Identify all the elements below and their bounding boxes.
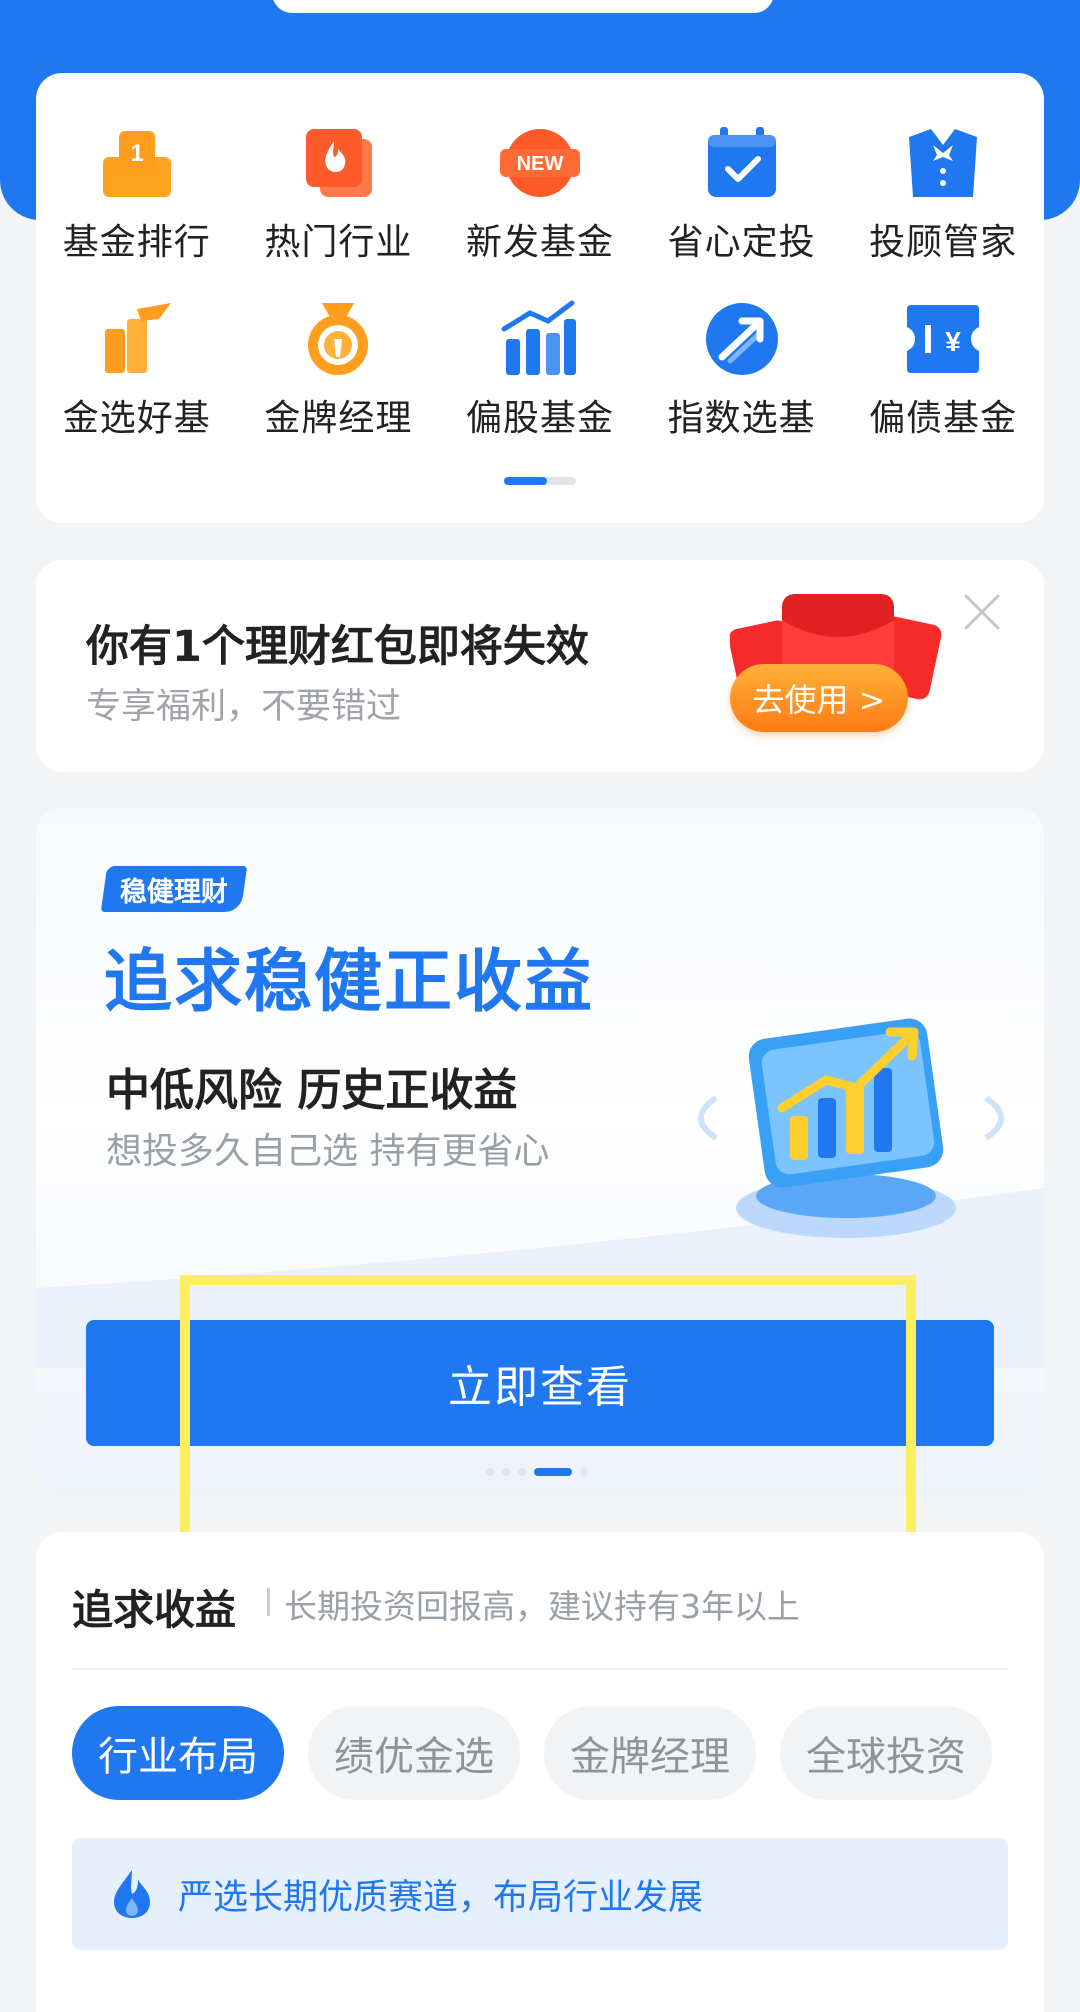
info-banner-text: 严选长期优质赛道，布局行业发展	[178, 1877, 704, 1918]
section-title: 追求收益	[72, 1586, 236, 1634]
menu-item-label: 基金排行	[62, 222, 211, 263]
new-badge-icon: NEW	[499, 123, 580, 203]
menu-item-label: 金选好基	[62, 398, 211, 439]
promo-tag-label: 稳健理财	[120, 876, 228, 908]
section-divider	[267, 1588, 270, 1616]
menu-item-label: 省心定投	[667, 222, 816, 263]
search-bar[interactable]	[272, 0, 774, 13]
menu-item-label: 投顾管家	[869, 222, 1018, 263]
quick-menu-card: 1 基金排行 热门行业 NEW 新发基金 省心定投 投顾管家 金选好基 金牌经理…	[36, 73, 1044, 523]
menu-item-equity-fund[interactable]: 偏股基金	[439, 299, 641, 475]
quick-menu-grid: 1 基金排行 热门行业 NEW 新发基金 省心定投 投顾管家 金选好基 金牌经理…	[36, 123, 1044, 475]
tab-global-investment[interactable]: 全球投资	[780, 1706, 992, 1800]
butler-suit-icon	[903, 123, 983, 203]
golden-pick-icon	[97, 299, 177, 379]
menu-item-star-manager[interactable]: 金牌经理	[238, 299, 440, 475]
tab-star-managers[interactable]: 金牌经理	[544, 1706, 756, 1800]
section-separator	[72, 1668, 1008, 1670]
growth-chart-illustration-icon	[698, 1018, 1004, 1238]
bond-yen-icon: ¥	[903, 299, 983, 379]
svg-text:¥: ¥	[945, 326, 961, 357]
menu-item-hot-industry[interactable]: 热门行业	[238, 123, 440, 299]
menu-item-label: 偏债基金	[869, 398, 1018, 439]
menu-item-golden-pick[interactable]: 金选好基	[36, 299, 238, 475]
view-now-button[interactable]: 立即查看	[86, 1320, 994, 1446]
carousel-dot	[518, 1468, 526, 1476]
menu-item-auto-invest[interactable]: 省心定投	[641, 123, 843, 299]
promo-banner-card[interactable]: 稳健理财 追求稳健正收益 中低风险 历史正收益 想投多久自己选 持有更省心 立即…	[36, 808, 1044, 1496]
returns-section-card: 追求收益 长期投资回报高，建议持有3年以上 行业布局 绩优金选 金牌经理 全球投…	[36, 1532, 1044, 2012]
bar-chart-icon	[500, 299, 580, 379]
carousel-dot	[580, 1468, 588, 1476]
menu-pager	[504, 477, 576, 485]
menu-item-label: 新发基金	[465, 222, 614, 263]
red-packet-card[interactable]: 你有1个理财红包即将失效 专享福利，不要错过 去使用 >	[36, 560, 1044, 772]
menu-item-label: 热门行业	[264, 222, 413, 263]
menu-item-label: 金牌经理	[264, 398, 413, 439]
carousel-dot	[502, 1468, 510, 1476]
promo-subtitle: 中低风险 历史正收益	[106, 1065, 518, 1116]
carousel-dot	[486, 1468, 494, 1476]
menu-pager-active	[504, 477, 548, 485]
menu-item-advisor[interactable]: 投顾管家	[842, 123, 1044, 299]
red-packet-title: 你有1个理财红包即将失效	[86, 622, 589, 672]
medal-icon	[298, 299, 378, 379]
close-icon[interactable]	[958, 588, 1006, 636]
carousel-dot-active	[534, 1468, 572, 1476]
category-tabs: 行业布局 绩优金选 金牌经理 全球投资	[72, 1706, 992, 1800]
promo-tag: 稳健理财	[100, 866, 248, 912]
menu-item-bond-fund[interactable]: ¥ 偏债基金	[842, 299, 1044, 475]
section-description: 长期投资回报高，建议持有3年以上	[284, 1587, 800, 1626]
calendar-check-icon	[702, 123, 782, 203]
menu-item-index-fund[interactable]: 指数选基	[641, 299, 843, 475]
ranking-trophy-icon: 1	[97, 123, 177, 203]
menu-item-fund-ranking[interactable]: 1 基金排行	[36, 123, 238, 299]
carousel-indicator	[486, 1468, 588, 1476]
menu-item-label: 指数选基	[667, 398, 816, 439]
svg-text:NEW: NEW	[517, 153, 564, 175]
index-arrow-icon	[702, 299, 782, 379]
tab-industry-layout[interactable]: 行业布局	[72, 1706, 284, 1800]
promo-description: 想投多久自己选 持有更省心	[106, 1131, 550, 1172]
menu-item-new-fund[interactable]: NEW 新发基金	[439, 123, 641, 299]
tab-top-performers[interactable]: 绩优金选	[308, 1706, 520, 1800]
use-red-packet-button[interactable]: 去使用 >	[730, 664, 908, 732]
flame-icon	[114, 1870, 150, 1918]
flame-card-icon	[298, 123, 378, 203]
menu-item-label: 偏股基金	[465, 398, 614, 439]
promo-title: 追求稳健正收益	[104, 943, 595, 1022]
red-packet-subtitle: 专享福利，不要错过	[86, 687, 402, 727]
svg-text:1: 1	[130, 140, 143, 167]
info-banner[interactable]: 严选长期优质赛道，布局行业发展	[72, 1838, 1008, 1950]
